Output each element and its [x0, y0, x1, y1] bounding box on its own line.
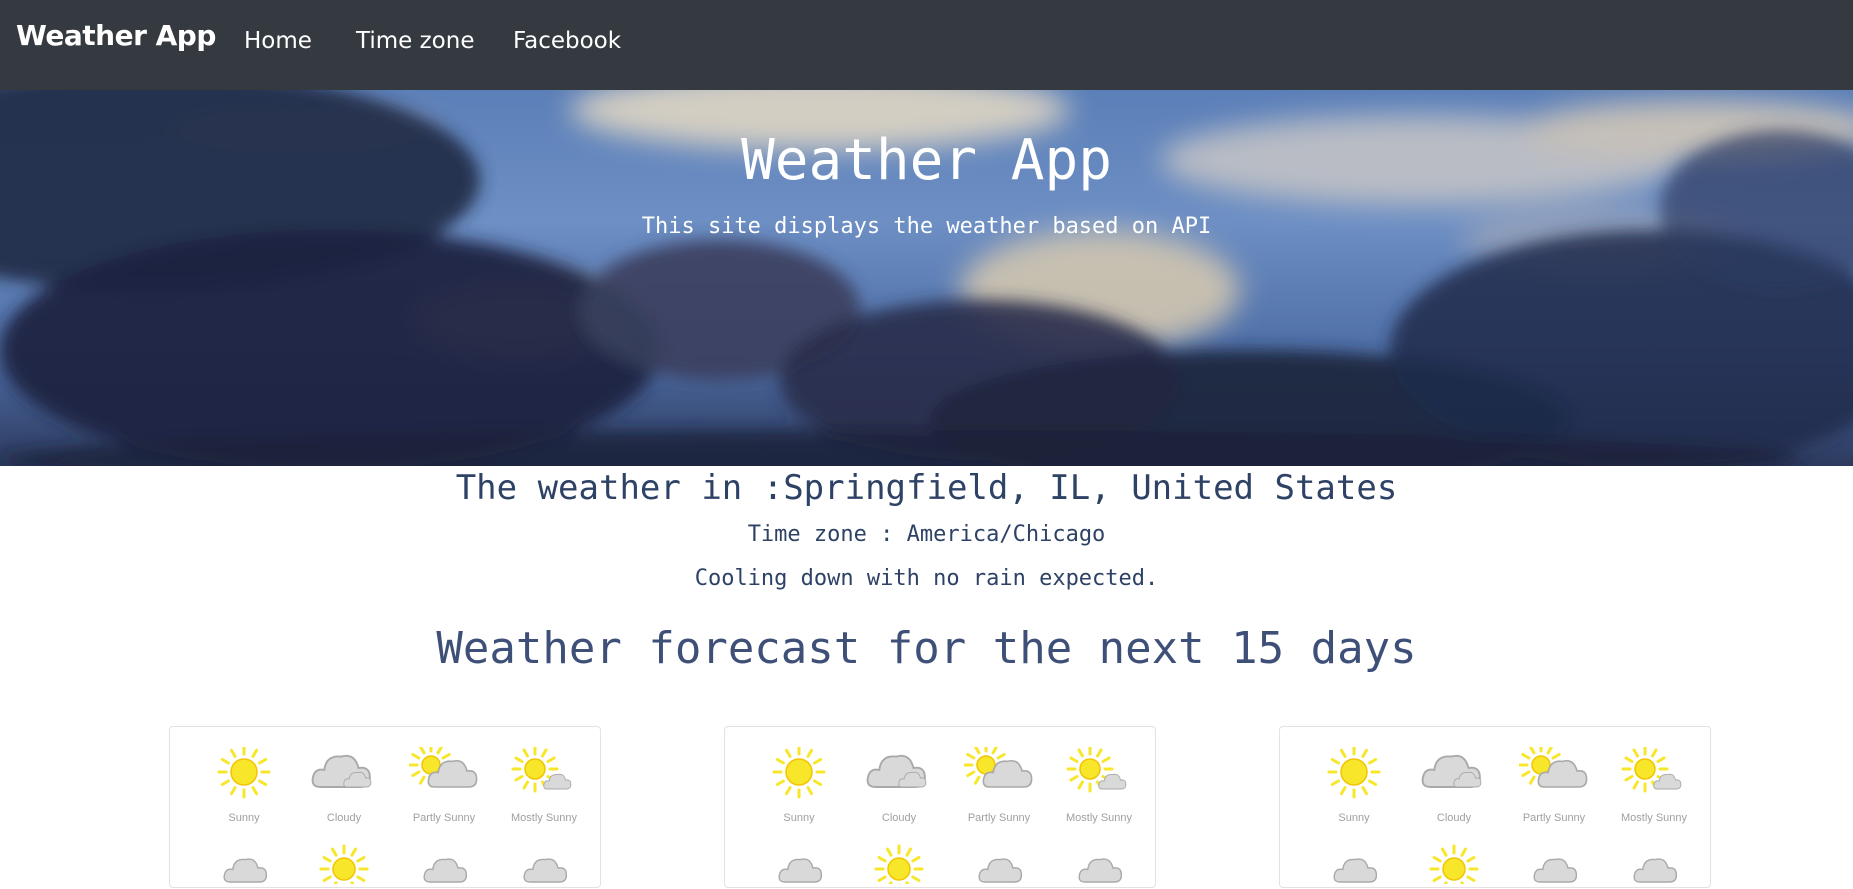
forecast-heading: Weather forecast for the next 15 days [436, 623, 1417, 674]
cloudy-icon [1064, 844, 1134, 884]
cloudy-icon [1419, 747, 1489, 797]
weather-icon-label: Partly Sunny [1522, 812, 1586, 824]
forecast-card: Sunny Cloudy Partly Sunny Mostly Sunny [724, 726, 1156, 889]
weather-icon-label: Mostly Sunny [510, 812, 578, 824]
partly-sunny-icon [963, 742, 1034, 797]
cloudy-icon [1319, 844, 1389, 884]
weather-icon-label: Cloudy [881, 812, 917, 824]
weather-icon-label: Cloudy [1436, 812, 1472, 824]
navbar: Weather App Home Time zone Facebook [0, 0, 1853, 90]
nav-link-time-zone[interactable]: Time zone [356, 24, 474, 58]
cloudy-icon [309, 747, 379, 797]
nav-link-facebook[interactable]: Facebook [513, 24, 621, 58]
cloudy-icon [209, 844, 279, 884]
cloudy-icon [864, 747, 934, 797]
partly-sunny-icon [408, 742, 479, 797]
forecast-card: Sunny Cloudy Partly Sunny Mostly Sunny [1279, 726, 1711, 889]
weather-icon-label: Mostly Sunny [1620, 812, 1688, 824]
sunny-icon [764, 745, 834, 799]
nav-link-home[interactable]: Home [244, 24, 312, 58]
sunny-icon [209, 745, 279, 799]
cloudy-icon [964, 844, 1034, 884]
navbar-brand[interactable]: Weather App [16, 16, 216, 56]
cloudy-icon [764, 844, 834, 884]
hero-title: Weather App [741, 128, 1112, 193]
timezone-text: Time zone : America/Chicago [747, 522, 1106, 547]
weather-icon-label: Mostly Sunny [1065, 812, 1133, 824]
location-heading: The weather in :Springfield, IL, United … [455, 468, 1398, 508]
weather-icon-label: Cloudy [326, 812, 362, 824]
weather-icon-label: Sunny [228, 812, 260, 824]
sunny-icon [309, 844, 379, 889]
weather-icon-label: Partly Sunny [412, 812, 476, 824]
mostly-sunny-icon [1619, 745, 1689, 797]
weather-description: Cooling down with no rain expected. [694, 566, 1159, 591]
weather-icon-label: Sunny [1338, 812, 1370, 824]
sunny-icon [1319, 745, 1389, 799]
forecast-card: Sunny Cloudy Partly Sunny Mostly Sunny [169, 726, 601, 889]
hero-banner: Weather App This site displays the weath… [0, 90, 1853, 466]
cloudy-icon [409, 844, 479, 884]
weather-icon-label: Partly Sunny [967, 812, 1031, 824]
sunny-icon [1419, 844, 1489, 889]
mostly-sunny-icon [1064, 745, 1134, 797]
cloudy-icon [1619, 844, 1689, 884]
weather-icon-label: Sunny [783, 812, 815, 824]
partly-sunny-icon [1518, 742, 1589, 797]
cloudy-icon [1519, 844, 1589, 884]
sunny-icon [864, 844, 934, 889]
mostly-sunny-icon [509, 745, 579, 797]
hero-subtitle: This site displays the weather based on … [641, 214, 1212, 239]
cloudy-icon [509, 844, 579, 884]
